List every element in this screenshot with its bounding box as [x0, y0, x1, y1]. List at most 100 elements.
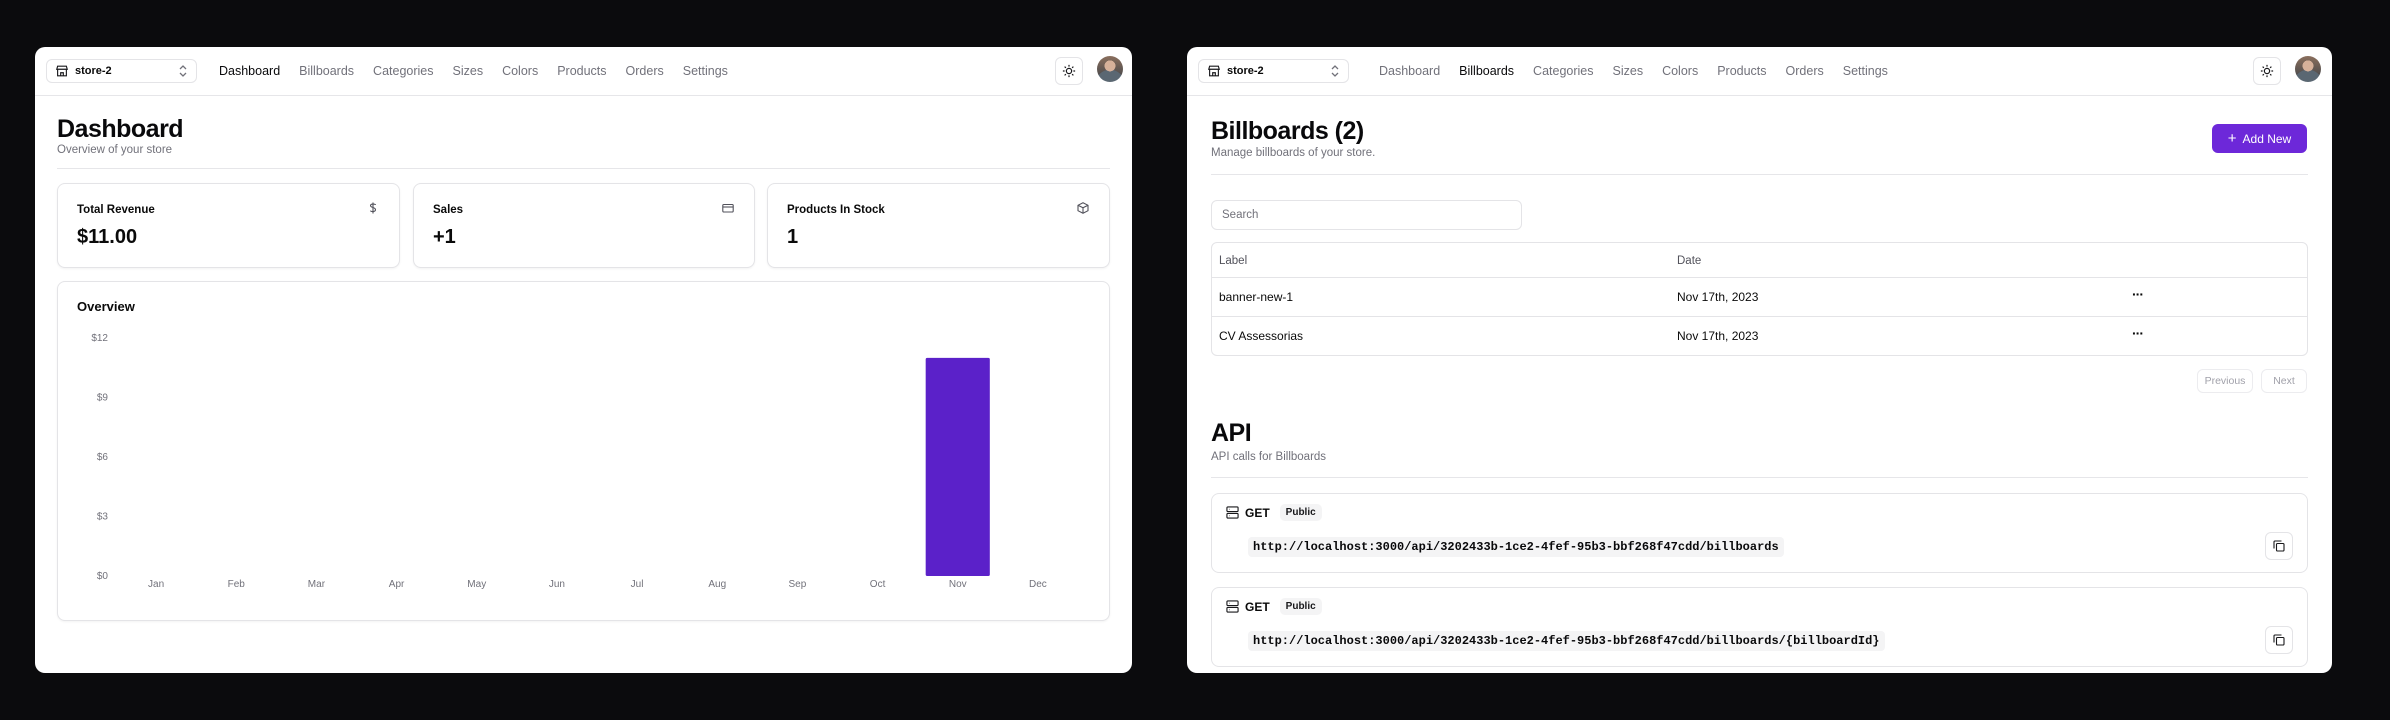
page-title: Dashboard [57, 115, 184, 143]
x-tick-label: May [467, 579, 486, 590]
sun-icon [2260, 64, 2274, 78]
x-tick-label: Jun [549, 579, 565, 590]
api-endpoint-card: GET Public http://localhost:3000/api/320… [1211, 587, 2308, 667]
overview-bar-chart: $0 $3 $6 $9 $12 Jan Feb Mar Apr May Jun Jul Aug Sep Oc… [91, 333, 1047, 590]
nav-categories[interactable]: Categories [1533, 64, 1593, 78]
stat-card-sales: Sales +1 [413, 183, 755, 268]
main-nav: Dashboard Billboards Categories Sizes Co… [219, 47, 728, 95]
access-badge: Public [1279, 598, 1322, 615]
column-header-label: Label [1219, 255, 1248, 267]
chevrons-up-down-icon [179, 65, 187, 77]
api-section-title: API [1211, 419, 1252, 447]
nav-colors[interactable]: Colors [502, 64, 538, 78]
chevrons-up-down-icon [1331, 65, 1339, 77]
copy-button[interactable] [2265, 532, 2293, 560]
y-tick-label: $12 [91, 333, 108, 344]
stat-label: Total Revenue [77, 204, 155, 216]
page-subtitle: Manage billboards of your store. [1211, 147, 1376, 159]
search-input[interactable] [1211, 200, 1522, 230]
previous-page-button[interactable]: Previous [2197, 369, 2253, 393]
nav-billboards[interactable]: Billboards [299, 64, 354, 78]
nav-billboards[interactable]: Billboards [1459, 64, 1514, 78]
endpoint-url: http://localhost:3000/api/3202433b-1ce2-… [1248, 537, 1784, 557]
billboards-window: store-2 Dashboard Billboards Categories … [1187, 47, 2332, 673]
cell-label: banner-new-1 [1219, 290, 1294, 304]
user-avatar[interactable] [2295, 56, 2321, 82]
theme-toggle-button[interactable] [2253, 57, 2281, 85]
x-tick-label: Nov [949, 579, 967, 590]
api-section-subtitle: API calls for Billboards [1211, 451, 1327, 463]
http-method: GET [1245, 599, 1270, 614]
store-icon [55, 65, 69, 77]
x-tick-label: Jan [148, 579, 164, 590]
stat-value: 1 [787, 226, 799, 248]
endpoint-url: http://localhost:3000/api/3202433b-1ce2-… [1248, 631, 1885, 651]
nav-sizes[interactable]: Sizes [1613, 64, 1644, 78]
nav-dashboard[interactable]: Dashboard [1379, 64, 1440, 78]
nav-colors[interactable]: Colors [1662, 64, 1698, 78]
package-icon [1077, 202, 1089, 214]
stat-card-products-in-stock: Products In Stock 1 [767, 183, 1110, 268]
nav-sizes[interactable]: Sizes [453, 64, 484, 78]
y-tick-label: $6 [97, 452, 109, 463]
stat-label: Sales [433, 204, 464, 216]
x-tick-label: Aug [708, 579, 726, 590]
store-name: store-2 [1227, 65, 1264, 77]
overview-card: Overview $0 $3 $6 $9 $12 Jan Feb Mar Apr May Jun Ju… [57, 281, 1110, 621]
nav-dashboard[interactable]: Dashboard [219, 64, 280, 78]
store-switcher[interactable]: store-2 [1198, 59, 1349, 83]
table-row: CV Assessorias Nov 17th, 2023 ··· [1212, 316, 2307, 356]
nav-orders[interactable]: Orders [1786, 64, 1824, 78]
billboards-table: Label Date banner-new-1 Nov 17th, 2023 ·… [1211, 242, 2308, 356]
top-navbar: store-2 Dashboard Billboards Categories … [35, 47, 1132, 96]
main-nav: Dashboard Billboards Categories Sizes Co… [1379, 47, 1888, 95]
nav-settings[interactable]: Settings [1843, 64, 1888, 78]
next-page-button[interactable]: Next [2261, 369, 2307, 393]
copy-button[interactable] [2265, 626, 2293, 654]
row-actions-button[interactable]: ··· [2132, 325, 2144, 341]
user-avatar[interactable] [1097, 56, 1123, 82]
stat-label: Products In Stock [787, 204, 885, 216]
nav-categories[interactable]: Categories [373, 64, 433, 78]
y-tick-label: $3 [97, 512, 109, 523]
y-tick-label: $0 [97, 571, 109, 582]
copy-icon [2273, 634, 2285, 646]
divider [57, 168, 1110, 169]
x-tick-label: Mar [308, 579, 326, 590]
bar-nov [925, 357, 990, 576]
add-new-button[interactable]: + Add New [2212, 124, 2307, 153]
x-tick-label: Dec [1029, 579, 1047, 590]
top-navbar: store-2 Dashboard Billboards Categories … [1187, 47, 2332, 96]
add-new-label: Add New [2242, 131, 2292, 146]
table-row: banner-new-1 Nov 17th, 2023 ··· [1212, 277, 2307, 317]
x-tick-label: Jul [631, 579, 644, 590]
store-name: store-2 [75, 65, 112, 77]
page-title: Billboards (2) [1211, 117, 1364, 145]
sun-icon [1062, 64, 1076, 78]
nav-settings[interactable]: Settings [683, 64, 728, 78]
divider [1211, 477, 2308, 478]
server-icon [1226, 506, 1239, 519]
plus-icon: + [2227, 130, 2237, 147]
nav-products[interactable]: Products [557, 64, 606, 78]
row-actions-button[interactable]: ··· [2132, 286, 2144, 302]
x-tick-label: Apr [389, 579, 405, 590]
copy-icon [2273, 540, 2285, 552]
api-endpoint-card: GET Public http://localhost:3000/api/320… [1211, 493, 2308, 573]
nav-products[interactable]: Products [1717, 64, 1766, 78]
dashboard-window: store-2 Dashboard Billboards Categories … [35, 47, 1132, 673]
column-header-date: Date [1677, 255, 1702, 267]
access-badge: Public [1279, 504, 1322, 521]
stat-card-total-revenue: Total Revenue $11.00 [57, 183, 400, 268]
theme-toggle-button[interactable] [1055, 57, 1083, 85]
x-tick-label: Oct [870, 579, 886, 590]
x-tick-label: Sep [789, 579, 807, 590]
page-subtitle: Overview of your store [57, 144, 173, 156]
server-icon [1226, 600, 1239, 613]
nav-orders[interactable]: Orders [626, 64, 664, 78]
store-switcher[interactable]: store-2 [46, 59, 197, 83]
cell-label: CV Assessorias [1219, 329, 1304, 343]
x-tick-label: Feb [228, 579, 246, 590]
cell-date: Nov 17th, 2023 [1677, 329, 1759, 343]
y-tick-label: $9 [97, 393, 109, 404]
